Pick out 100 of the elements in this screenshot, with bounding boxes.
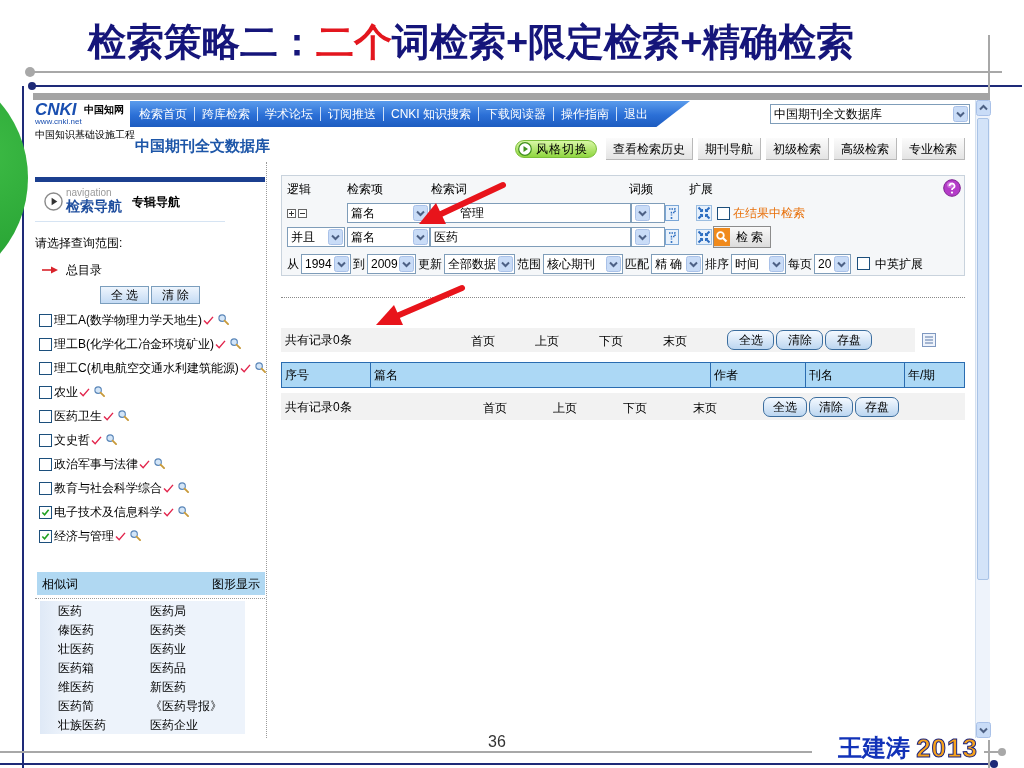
similar-word-link[interactable]: 医药箱 bbox=[58, 660, 94, 675]
filter-dropdown[interactable]: 1994 bbox=[301, 253, 351, 274]
similar-word-link[interactable]: 医药业 bbox=[150, 641, 186, 656]
magnifier-icon[interactable] bbox=[118, 410, 129, 421]
magnifier-icon[interactable] bbox=[254, 362, 266, 373]
scrollbar-track[interactable] bbox=[975, 100, 990, 738]
nav-link[interactable]: CNKI 知识搜索 bbox=[383, 107, 478, 121]
nav-link[interactable]: 检索首页 bbox=[132, 107, 194, 121]
scroll-down-button[interactable] bbox=[976, 722, 991, 738]
magnifier-icon[interactable] bbox=[230, 338, 241, 349]
similar-word-link[interactable]: 医药类 bbox=[150, 622, 186, 637]
scroll-up-button[interactable] bbox=[976, 100, 991, 116]
tab[interactable]: 初级检索 bbox=[766, 138, 829, 160]
bilingual-label[interactable]: 中英扩展 bbox=[875, 256, 923, 271]
filter-dropdown[interactable]: 2009 bbox=[367, 253, 416, 274]
checkbox[interactable] bbox=[39, 529, 52, 543]
graph-view-link[interactable]: 图形显示 bbox=[212, 576, 260, 591]
checkbox[interactable] bbox=[39, 433, 52, 447]
similar-word-link[interactable]: 医药企业 bbox=[150, 717, 198, 732]
category-label[interactable]: 经济与管理 bbox=[54, 529, 114, 543]
field-dropdown[interactable]: 篇名 bbox=[347, 203, 430, 223]
magnifier-icon[interactable] bbox=[94, 386, 105, 397]
pager-link[interactable]: 下页 bbox=[599, 334, 623, 348]
similar-word-link[interactable]: 维医药 bbox=[58, 679, 94, 694]
select-button[interactable]: 全 选 bbox=[100, 286, 149, 304]
pager-link[interactable]: 首页 bbox=[483, 400, 507, 415]
similar-word-link[interactable]: 傣医药 bbox=[58, 622, 94, 637]
filter-dropdown[interactable]: 精 确 bbox=[651, 253, 703, 274]
nav-link[interactable]: 操作指南 bbox=[553, 107, 616, 121]
minus-box-icon[interactable] bbox=[298, 208, 307, 218]
category-label[interactable]: 文史哲 bbox=[54, 433, 90, 447]
style-switch-button[interactable]: 风格切换 bbox=[515, 140, 597, 158]
list-icon[interactable] bbox=[922, 333, 936, 347]
similar-word-link[interactable]: 医药 bbox=[58, 603, 82, 618]
nav-link[interactable]: 下载阅读器 bbox=[478, 107, 553, 121]
magnifier-icon[interactable] bbox=[154, 458, 165, 469]
logic-dropdown[interactable]: 并且 bbox=[287, 226, 345, 247]
filter-dropdown[interactable]: 20 bbox=[814, 253, 851, 274]
checkbox[interactable] bbox=[39, 337, 52, 351]
action-button[interactable]: 存盘 bbox=[825, 330, 872, 350]
action-button[interactable]: 全选 bbox=[763, 396, 807, 417]
checkbox[interactable] bbox=[39, 313, 52, 327]
pager-link[interactable]: 下页 bbox=[623, 400, 647, 415]
search-term-field[interactable]: 医药 bbox=[430, 226, 631, 247]
tab[interactable]: 专业检索 bbox=[902, 138, 965, 160]
magnifier-icon[interactable] bbox=[218, 314, 229, 325]
pager-link[interactable]: 末页 bbox=[663, 334, 687, 348]
tab[interactable]: 高级检索 bbox=[834, 138, 897, 160]
nav-title[interactable]: 检索导航 bbox=[66, 198, 122, 215]
nav-link[interactable]: 订阅推送 bbox=[320, 107, 383, 121]
pager-link[interactable]: 末页 bbox=[693, 400, 717, 415]
root-catalog-link[interactable]: 总目录 bbox=[66, 263, 102, 277]
category-label[interactable]: 医药卫生 bbox=[54, 409, 102, 423]
action-button[interactable]: 清除 bbox=[809, 396, 853, 417]
similar-word-link[interactable]: 《医药导报》 bbox=[150, 698, 222, 713]
similar-word-link[interactable]: 医药局 bbox=[150, 603, 186, 618]
frequency-dropdown[interactable] bbox=[631, 203, 665, 223]
tab[interactable]: 期刊导航 bbox=[698, 138, 761, 160]
action-button[interactable]: 全选 bbox=[727, 330, 774, 350]
checkbox[interactable] bbox=[39, 409, 52, 423]
similar-word-link[interactable]: 新医药 bbox=[150, 679, 186, 694]
similar-word-link[interactable]: 医药简 bbox=[58, 698, 94, 713]
magnifier-icon[interactable] bbox=[178, 482, 189, 493]
filter-dropdown[interactable]: 时间 bbox=[731, 253, 786, 274]
nav-link[interactable]: 跨库检索 bbox=[194, 107, 257, 121]
magnifier-icon[interactable] bbox=[178, 506, 189, 517]
category-label[interactable]: 政治军事与法律 bbox=[54, 457, 138, 471]
plus-box-icon[interactable] bbox=[287, 208, 296, 218]
album-nav-link[interactable]: 专辑导航 bbox=[132, 194, 180, 209]
category-label[interactable]: 理工B(化学化工冶金环境矿业) bbox=[54, 337, 214, 351]
database-dropdown[interactable]: 中国期刊全文数据库 bbox=[770, 104, 970, 124]
magnifier-icon[interactable] bbox=[130, 530, 141, 541]
scrollbar-thumb[interactable] bbox=[977, 118, 989, 580]
checkbox[interactable] bbox=[39, 361, 52, 375]
arrows-icon[interactable] bbox=[696, 228, 712, 245]
frequency-dropdown[interactable] bbox=[631, 226, 665, 247]
nav-link[interactable]: 学术论坛 bbox=[257, 107, 320, 121]
dotted-box-icon[interactable] bbox=[665, 205, 679, 221]
category-label[interactable]: 理工C(机电航空交通水利建筑能源) bbox=[54, 361, 239, 375]
similar-word-link[interactable]: 壮族医药 bbox=[58, 717, 106, 732]
similar-word-link[interactable]: 医药品 bbox=[150, 660, 186, 675]
category-label[interactable]: 农业 bbox=[54, 385, 78, 399]
checkbox[interactable] bbox=[39, 505, 52, 519]
search-button[interactable]: 检 索 bbox=[713, 225, 771, 248]
filter-dropdown[interactable]: 核心期刊 bbox=[543, 253, 623, 274]
magnifier-icon[interactable] bbox=[106, 434, 117, 445]
category-label[interactable]: 电子技术及信息科学 bbox=[54, 505, 162, 519]
search-term-field[interactable]: 管理 bbox=[430, 203, 631, 223]
pager-link[interactable]: 上页 bbox=[553, 400, 577, 415]
nav-link[interactable]: 退出 bbox=[616, 107, 655, 121]
help-icon[interactable] bbox=[943, 179, 961, 197]
field-dropdown[interactable]: 篇名 bbox=[347, 226, 430, 247]
arrows-icon[interactable] bbox=[696, 205, 712, 221]
select-button[interactable]: 清 除 bbox=[151, 286, 200, 304]
checkbox[interactable] bbox=[857, 257, 870, 270]
tab[interactable]: 查看检索历史 bbox=[606, 138, 693, 160]
checkbox[interactable] bbox=[39, 481, 52, 495]
checkbox[interactable] bbox=[39, 385, 52, 399]
checkbox[interactable] bbox=[39, 457, 52, 471]
action-button[interactable]: 清除 bbox=[776, 330, 823, 350]
